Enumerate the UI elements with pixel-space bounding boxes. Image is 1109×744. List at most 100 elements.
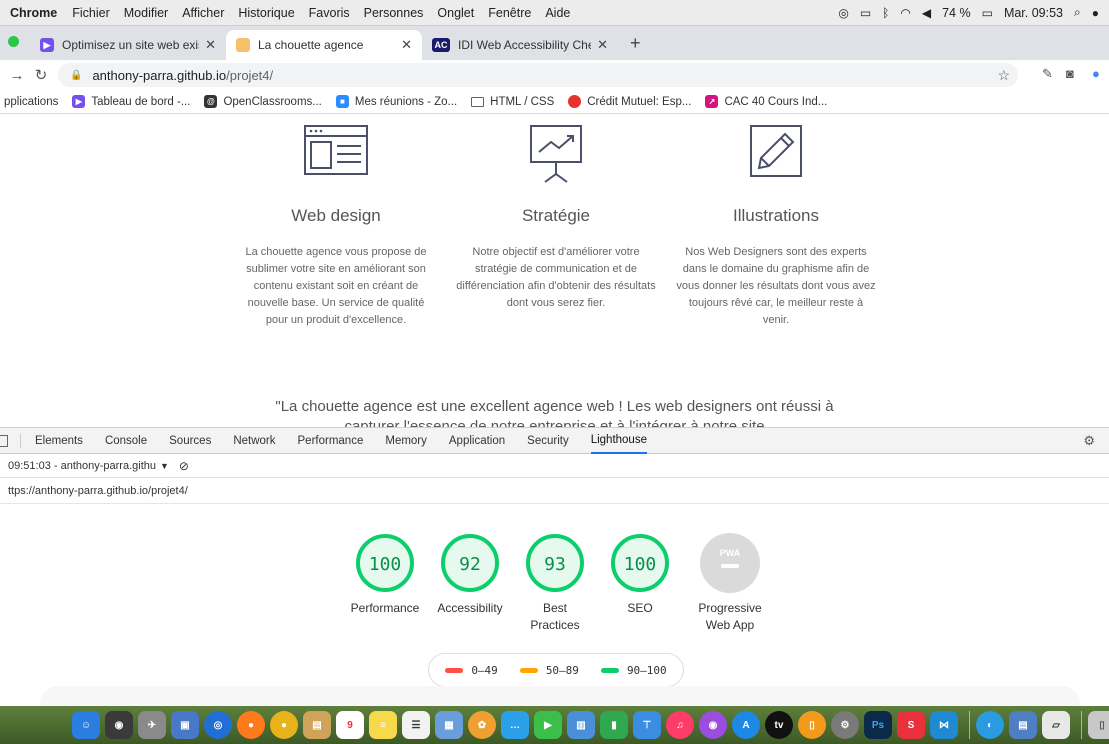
browser-tab-strip: ▶ Optimisez un site web existant ✕ La ch…: [0, 26, 1109, 60]
profile-avatar[interactable]: ●: [1092, 66, 1100, 81]
bookmark-tableau-de-bord[interactable]: ▶ Tableau de bord -...: [72, 95, 190, 108]
messages-icon[interactable]: …: [501, 711, 529, 739]
menu-aide[interactable]: Aide: [545, 6, 570, 20]
creative-cloud-icon[interactable]: ◎: [838, 6, 848, 20]
spotlight-search-icon[interactable]: ⌕: [1074, 5, 1081, 20]
lock-icon[interactable]: 🔒: [70, 70, 82, 81]
siri-icon[interactable]: ◉: [105, 711, 133, 739]
photos-icon[interactable]: ✿: [468, 711, 496, 739]
score-ring-icon: 100: [356, 534, 414, 592]
clear-report-icon[interactable]: ⊘: [179, 459, 189, 473]
menu-favoris[interactable]: Favoris: [309, 6, 350, 20]
close-icon[interactable]: ✕: [401, 37, 412, 53]
close-icon[interactable]: ✕: [597, 37, 608, 53]
bookmark-cac40[interactable]: ↗ CAC 40 Cours Ind...: [705, 95, 827, 108]
devtools-tab-console[interactable]: Console: [105, 428, 147, 454]
reminders-icon[interactable]: ☰: [402, 711, 430, 739]
gauge-performance[interactable]: 100 Performance: [340, 532, 430, 617]
siri-icon[interactable]: ●: [1092, 6, 1099, 20]
contacts-icon[interactable]: ▤: [303, 711, 331, 739]
menu-afficher[interactable]: Afficher: [182, 6, 224, 20]
tab-idi-accessibility-checker[interactable]: AC IDI Web Accessibility Checker ✕: [422, 30, 618, 60]
devtools-tab-lighthouse[interactable]: Lighthouse: [590, 428, 647, 454]
score-value: 100: [369, 554, 402, 575]
documents-stack-icon[interactable]: ▤: [1009, 711, 1037, 739]
finder-icon[interactable]: ☺: [72, 711, 100, 739]
gauge-seo[interactable]: 100 SEO: [595, 532, 685, 617]
menu-personnes[interactable]: Personnes: [364, 6, 424, 20]
gauge-accessibility[interactable]: 92 Accessibility: [425, 532, 515, 617]
chrome-icon[interactable]: ●: [270, 711, 298, 739]
inspect-element-icon[interactable]: [0, 434, 8, 447]
service-title: Illustrations: [733, 206, 819, 225]
tab-openclassrooms[interactable]: ▶ Optimisez un site web existant ✕: [30, 30, 226, 60]
battery-icon[interactable]: ▭: [982, 6, 993, 20]
devtools-tab-sources[interactable]: Sources: [169, 428, 211, 454]
legend-range: 90–100: [626, 663, 667, 677]
trash-icon[interactable]: ▯: [1088, 711, 1109, 739]
legend-swatch: [600, 667, 619, 673]
devtools-tab-security[interactable]: Security: [527, 428, 569, 454]
books-icon[interactable]: ▯: [798, 711, 826, 739]
bookmark-applications[interactable]: pplications: [4, 96, 58, 108]
extension-icon[interactable]: ◙: [1066, 66, 1074, 81]
devtools-tab-application[interactable]: Application: [449, 428, 505, 454]
devtools-tab-performance[interactable]: Performance: [298, 428, 364, 454]
launchpad-icon[interactable]: ✈: [138, 711, 166, 739]
notes-icon[interactable]: ≡: [369, 711, 397, 739]
keynote-icon[interactable]: ▥: [567, 711, 595, 739]
downloads-folder-icon[interactable]: ◐: [976, 711, 1004, 739]
facetime-icon[interactable]: ▶: [534, 711, 562, 739]
pwa-badge-icon: PWA: [700, 533, 760, 593]
new-tab-button[interactable]: +: [630, 33, 641, 54]
menubar-clock[interactable]: Mar. 09:53: [1004, 6, 1063, 20]
wifi-icon[interactable]: ◠: [900, 6, 910, 20]
menu-onglet[interactable]: Onglet: [437, 6, 474, 20]
app-store-icon[interactable]: A: [732, 711, 760, 739]
reload-icon[interactable]: ↻: [32, 66, 50, 84]
photoshop-icon[interactable]: Ps: [864, 711, 892, 739]
bookmark-folder-html-css[interactable]: HTML / CSS: [471, 96, 554, 108]
bookmark-zoom[interactable]: ■ Mes réunions - Zo...: [335, 95, 457, 108]
photos-booth-icon[interactable]: ▦: [435, 711, 463, 739]
music-icon[interactable]: ♫: [666, 711, 694, 739]
firefox-icon[interactable]: ●: [237, 711, 265, 739]
bookmark-openclassrooms[interactable]: @ OpenClassrooms...: [204, 95, 322, 108]
chevron-down-icon[interactable]: ▼: [160, 461, 169, 471]
address-bar[interactable]: 🔒 anthony-parra.github.io/projet4/ ☆: [58, 63, 1018, 87]
settings-gear-icon[interactable]: ⚙: [1083, 433, 1095, 449]
volume-icon[interactable]: ◀: [922, 6, 931, 20]
podcasts-icon[interactable]: ◉: [699, 711, 727, 739]
file-stack-icon[interactable]: ▱: [1042, 711, 1070, 739]
eyedropper-extension-icon[interactable]: ✎: [1042, 66, 1053, 82]
bookmark-credit-mutuel[interactable]: Crédit Mutuel: Esp...: [568, 95, 691, 108]
menu-fenetre[interactable]: Fenêtre: [488, 6, 531, 20]
sublime-text-icon[interactable]: S: [897, 711, 925, 739]
service-description: Notre objectif est d'améliorer votre str…: [456, 246, 656, 309]
pages-icon[interactable]: ⊤: [633, 711, 661, 739]
gauge-pwa[interactable]: PWA Progressive Web App: [685, 532, 775, 634]
bluetooth-icon[interactable]: ᛒ: [882, 6, 889, 20]
calendar-icon[interactable]: 9: [336, 711, 364, 739]
apple-tv-icon[interactable]: tv: [765, 711, 793, 739]
menubar-app-name[interactable]: Chrome: [10, 6, 57, 20]
bookmark-star-icon[interactable]: ☆: [997, 67, 1010, 84]
devtools-tab-network[interactable]: Network: [233, 428, 275, 454]
window-zoom-button[interactable]: [8, 36, 19, 47]
report-selector[interactable]: 09:51:03 - anthony-parra.githu: [8, 460, 156, 472]
devtools-tab-elements[interactable]: Elements: [35, 428, 83, 454]
airplay-icon[interactable]: ▭: [860, 6, 871, 20]
tab-la-chouette-agence[interactable]: La chouette agence ✕: [226, 30, 422, 60]
devtools-tab-memory[interactable]: Memory: [385, 428, 427, 454]
gauge-best-practices[interactable]: 93 Best Practices: [510, 532, 600, 634]
forward-icon[interactable]: →: [8, 67, 26, 84]
safari-icon[interactable]: ◎: [204, 711, 232, 739]
system-preferences-icon[interactable]: ⚙: [831, 711, 859, 739]
menu-historique[interactable]: Historique: [238, 6, 294, 20]
close-icon[interactable]: ✕: [205, 37, 216, 53]
menu-modifier[interactable]: Modifier: [124, 6, 168, 20]
preview-icon[interactable]: ▣: [171, 711, 199, 739]
vscode-icon[interactable]: ⋈: [930, 711, 958, 739]
numbers-icon[interactable]: ▮: [600, 711, 628, 739]
menu-fichier[interactable]: Fichier: [72, 6, 110, 20]
